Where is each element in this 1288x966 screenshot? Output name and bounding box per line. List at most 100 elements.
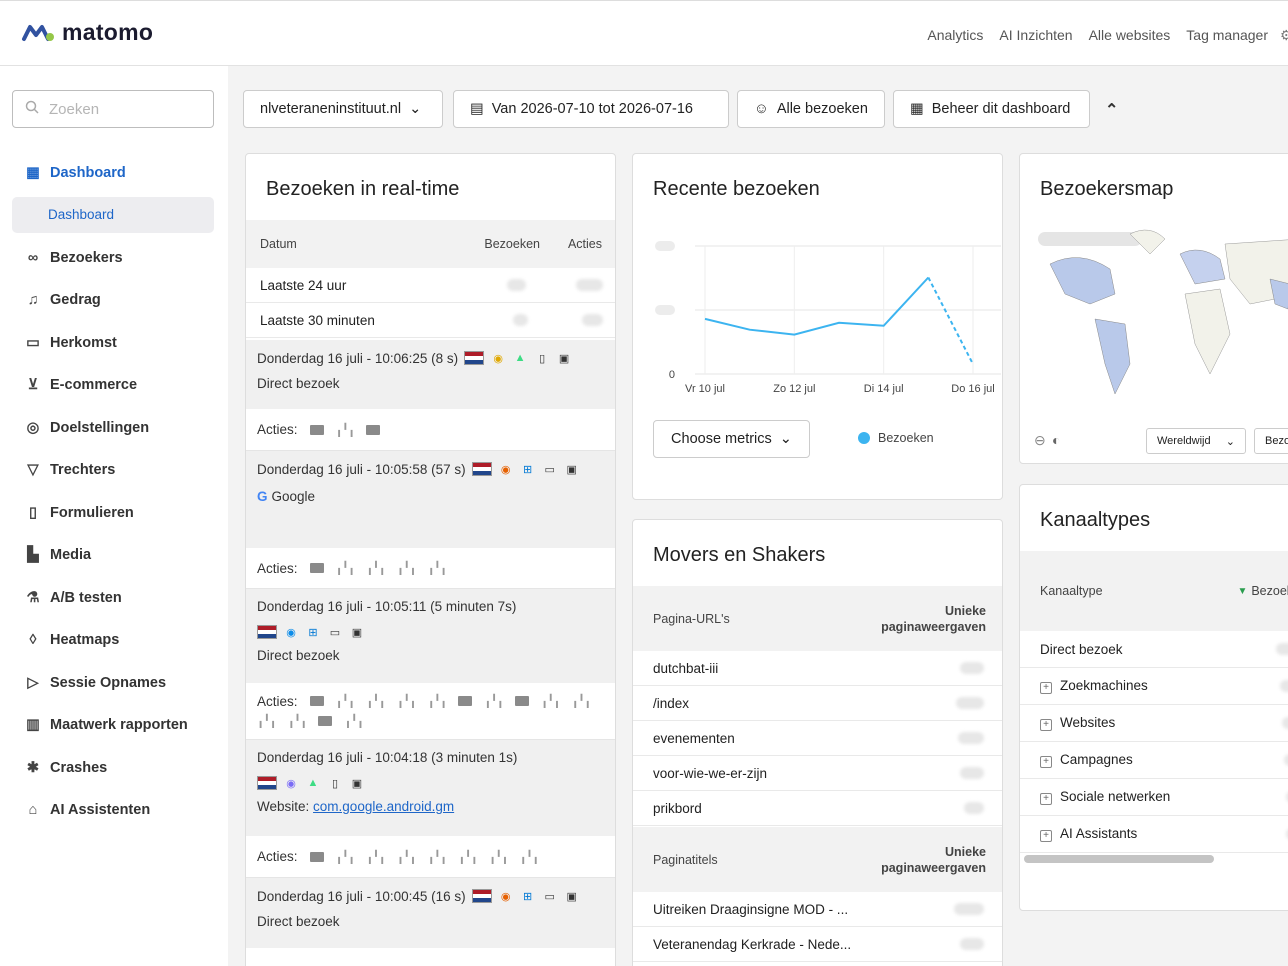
table-row[interactable]: + Websites <box>1020 705 1288 742</box>
event-icon[interactable]: ╻╹╻ <box>572 694 592 708</box>
world-map[interactable] <box>1020 224 1288 424</box>
event-icon[interactable]: ╻╹╻ <box>336 423 356 437</box>
segment-selector[interactable]: ☺ Alle bezoeken <box>737 90 885 128</box>
sidebar-subitem-dashboard[interactable]: Dashboard <box>12 196 214 233</box>
sidebar-item-herkomst[interactable]: ▭ Herkomst <box>12 322 214 365</box>
visitor-profile-icon[interactable]: ▣ <box>556 350 572 366</box>
event-icon[interactable]: ╻╹╻ <box>397 850 417 864</box>
sidebar-item-doelstellingen[interactable]: ◎ Doelstellingen <box>12 407 214 450</box>
folder-icon[interactable] <box>514 696 529 707</box>
table-row[interactable]: + AI Assistants <box>1020 816 1288 853</box>
visitor-profile-icon[interactable]: ▣ <box>564 461 580 477</box>
event-icon[interactable]: ╻╹╻ <box>344 714 364 728</box>
table-row[interactable]: + Zoekmachines <box>1020 668 1288 705</box>
event-icon[interactable]: ╻╹╻ <box>336 561 356 575</box>
event-icon[interactable]: ╻╹╻ <box>366 561 386 575</box>
event-icon[interactable]: ╻╹╻ <box>458 850 478 864</box>
event-icon[interactable]: ╻╹╻ <box>541 694 561 708</box>
table-row[interactable]: + Campagnes <box>1020 742 1288 779</box>
col-bezoeken[interactable]: Bezoeke <box>1251 584 1288 598</box>
event-icon[interactable]: ╻╹╻ <box>428 850 448 864</box>
sidebar-item-heatmaps[interactable]: ◊ Heatmaps <box>12 619 214 662</box>
visitor-profile-icon[interactable]: ▣ <box>349 775 365 791</box>
folder-icon[interactable] <box>309 851 324 862</box>
folder-icon[interactable] <box>309 424 324 435</box>
event-icon[interactable]: ╻╹╻ <box>336 694 356 708</box>
table-row[interactable]: prikbord <box>633 791 1002 826</box>
sidebar-item-gedrag[interactable]: ♫ Gedrag <box>12 279 214 322</box>
manage-dashboard-button[interactable]: ▦ Beheer dit dashboard <box>893 90 1090 128</box>
event-icon[interactable]: ╻╹╻ <box>520 850 540 864</box>
visit-entry[interactable]: Donderdag 16 juli - 10:05:11 (5 minuten … <box>246 589 615 683</box>
table-row[interactable]: voor-wie-we-er-zijn <box>633 756 1002 791</box>
event-icon[interactable]: ╻╹╻ <box>336 850 356 864</box>
visitor-profile-icon[interactable]: ▣ <box>564 888 580 904</box>
sidebar-item-sessie-opnames[interactable]: ▷ Sessie Opnames <box>12 662 214 705</box>
sidebar-item-ab-testen[interactable]: ⚗ A/B testen <box>12 577 214 620</box>
matomo-logo[interactable]: matomo <box>20 19 153 46</box>
choose-metrics-button[interactable]: Choose metrics ⌄ <box>653 420 810 458</box>
sidebar-item-formulieren[interactable]: ▯ Formulieren <box>12 492 214 535</box>
collapse-icon[interactable]: ⌃ <box>1105 100 1118 120</box>
table-row[interactable]: Veteranendag Kerkrade - Nede... <box>633 927 1002 962</box>
nav-alle-websites[interactable]: Alle websites <box>1089 27 1171 43</box>
globe-icon[interactable]: ◐ <box>1052 432 1060 448</box>
expand-icon[interactable]: + <box>1040 756 1052 768</box>
event-icon[interactable]: ╻╹╻ <box>397 694 417 708</box>
event-icon[interactable]: ╻╹╻ <box>428 694 448 708</box>
site-selector[interactable]: nlveteraneninstituut.nl ⌄ <box>243 90 443 128</box>
event-icon[interactable]: ╻╹╻ <box>366 694 386 708</box>
y-tick-placeholder <box>655 241 675 251</box>
event-icon[interactable]: ╻╹╻ <box>428 561 448 575</box>
folder-icon[interactable] <box>309 696 324 707</box>
metric-select[interactable]: Bezo <box>1254 428 1288 454</box>
visit-entry[interactable]: Donderdag 16 juli - 10:00:45 (16 s) ◉ ⊞ ▭ ▣ … <box>246 878 615 948</box>
event-icon[interactable]: ╻╹╻ <box>288 714 308 728</box>
folder-icon[interactable] <box>318 716 333 727</box>
folder-icon[interactable] <box>458 696 473 707</box>
sidebar-item-media[interactable]: ▙ Media <box>12 534 214 577</box>
table-row[interactable]: dutchbat-iii <box>633 651 1002 686</box>
visitor-profile-icon[interactable]: ▣ <box>349 624 365 640</box>
nav-ai-inzichten[interactable]: AI Inzichten <box>999 27 1072 43</box>
table-row[interactable]: Direct bezoek <box>1020 631 1288 668</box>
gear-icon[interactable]: ⚙ <box>1280 27 1288 44</box>
sidebar-item-trechters[interactable]: ▽ Trechters <box>12 449 214 492</box>
sidebar-item-dashboard[interactable]: ▦ Dashboard <box>12 152 214 195</box>
expand-icon[interactable]: + <box>1040 793 1052 805</box>
sidebar-item-maatwerk-rapporten[interactable]: ▥ Maatwerk rapporten <box>12 704 214 747</box>
event-icon[interactable]: ╻╹╻ <box>257 714 277 728</box>
sidebar-item-crashes[interactable]: ✱ Crashes <box>12 747 214 790</box>
folder-icon[interactable] <box>309 563 324 573</box>
sidebar-item-ecommerce[interactable]: ⊻ E-commerce <box>12 364 214 407</box>
table-row[interactable]: + Sociale netwerken <box>1020 779 1288 816</box>
date-selector[interactable]: ▤ Van 2026-07-10 tot 2026-07-16 <box>453 90 729 128</box>
expand-icon[interactable]: + <box>1040 682 1052 694</box>
flame-icon: ◊ <box>29 632 37 649</box>
event-icon[interactable]: ╻╹╻ <box>484 694 504 708</box>
visit-entry[interactable]: Donderdag 16 juli - 10:04:18 (3 minuten … <box>246 740 615 836</box>
sort-desc-icon[interactable]: ▼ <box>1237 586 1247 597</box>
table-row[interactable]: Uitreiken Draaginsigne MOD - ... <box>633 892 1002 927</box>
folder-icon[interactable] <box>366 424 381 435</box>
expand-icon[interactable]: + <box>1040 719 1052 731</box>
expand-icon[interactable]: + <box>1040 830 1052 842</box>
visit-entry[interactable]: Donderdag 16 juli - 10:05:58 (57 s) ◉ ⊞ ▭ ▣ … <box>246 451 615 548</box>
search-box[interactable] <box>12 90 214 128</box>
zoom-out-icon[interactable]: ⊖ <box>1034 432 1046 449</box>
region-select[interactable]: Wereldwijd ⌄ <box>1146 428 1246 454</box>
visit-entry[interactable]: Donderdag 16 juli - 10:06:25 (8 s) ◉ ▲ ▯ ▣ D… <box>246 340 615 409</box>
nav-tag-manager[interactable]: Tag manager <box>1186 27 1268 43</box>
event-icon[interactable]: ╻╹╻ <box>366 850 386 864</box>
horizontal-scrollbar[interactable] <box>1024 855 1214 863</box>
event-icon[interactable]: ╻╹╻ <box>397 561 417 575</box>
table-row[interactable]: evenementen <box>633 721 1002 756</box>
nav-analytics[interactable]: Analytics <box>927 27 983 43</box>
search-input[interactable] <box>49 100 199 118</box>
sidebar-item-bezoekers[interactable]: ∞ Bezoekers <box>12 237 214 280</box>
table-row[interactable]: /index <box>633 686 1002 721</box>
event-icon[interactable]: ╻╹╻ <box>489 850 509 864</box>
referrer-link[interactable]: com.google.android.gm <box>313 799 454 814</box>
sidebar-item-ai-assistenten[interactable]: ⌂ AI Assistenten <box>12 789 214 832</box>
chart-legend[interactable]: Bezoeken <box>858 431 934 445</box>
